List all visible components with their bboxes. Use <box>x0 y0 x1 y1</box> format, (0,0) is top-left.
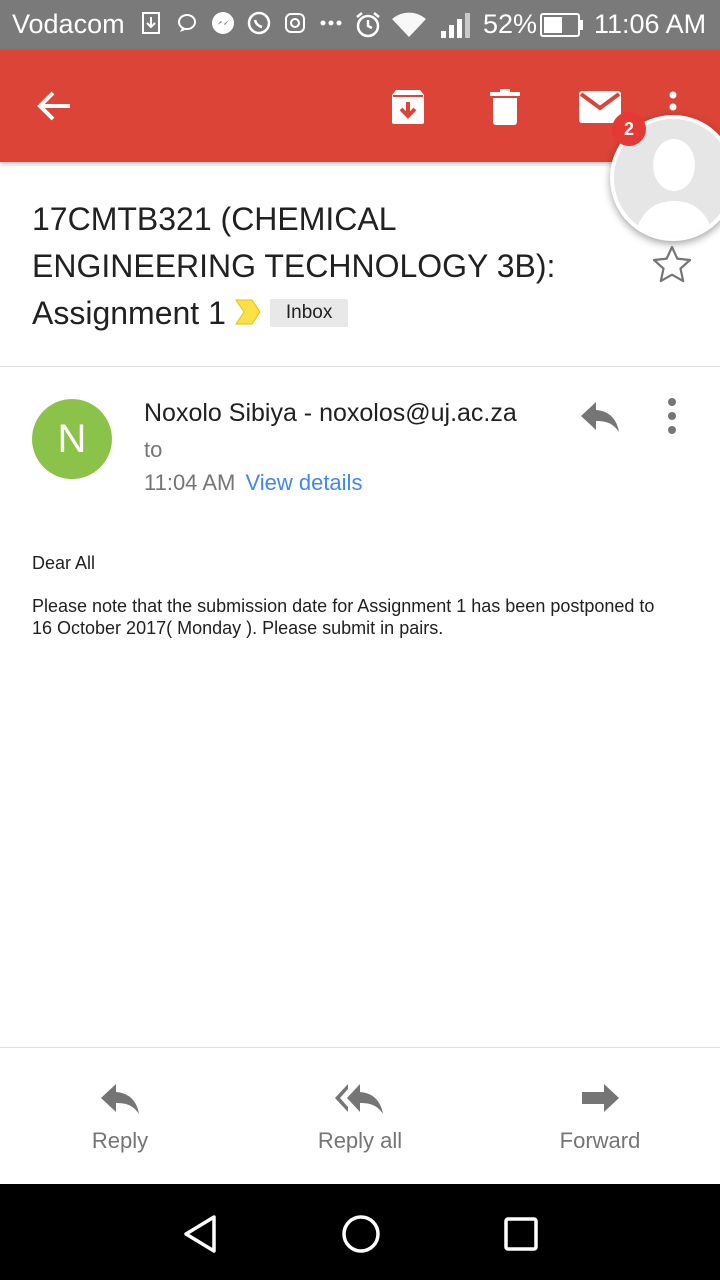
divider <box>0 366 720 367</box>
recipient-line: to <box>144 437 163 462</box>
more-vert-icon <box>668 398 676 434</box>
view-details-link[interactable]: View details <box>245 470 362 495</box>
reply-button[interactable] <box>578 396 622 436</box>
forward-action[interactable]: Forward <box>480 1048 720 1184</box>
navigation-bar <box>0 1184 720 1280</box>
instagram-icon <box>282 10 308 36</box>
important-marker-icon[interactable] <box>234 292 262 339</box>
forward-label: Forward <box>559 1128 641 1153</box>
email-subject-block: 17CMTB321 (CHEMICAL ENGINEERING TECHNOLO… <box>32 196 612 339</box>
notification-icons <box>138 10 344 36</box>
nav-home-button[interactable] <box>339 1212 383 1256</box>
reply-action[interactable]: Reply <box>0 1048 240 1184</box>
triangle-back-icon <box>184 1215 216 1253</box>
star-outline-icon <box>652 245 692 283</box>
star-button[interactable] <box>650 243 694 287</box>
alarm-icon <box>354 11 382 39</box>
reply-all-icon <box>335 1084 383 1114</box>
message-meta: 11:04 AM View details <box>144 470 362 496</box>
message-actions: Reply Reply all Forward <box>0 1048 720 1184</box>
square-recents-icon <box>504 1217 538 1251</box>
back-arrow-icon <box>37 91 70 121</box>
chat-head-badge: 2 <box>612 112 646 146</box>
trash-icon <box>490 89 520 125</box>
battery-icon <box>540 13 584 37</box>
reply-icon <box>101 1084 139 1114</box>
battery-percent: 52% <box>483 9 538 39</box>
circle-home-icon <box>342 1215 380 1253</box>
message-more-button[interactable] <box>660 396 684 436</box>
nav-back-button[interactable] <box>180 1212 224 1256</box>
reply-all-label: Reply all <box>317 1128 403 1153</box>
app-bar <box>0 50 720 162</box>
carrier-name: Vodacom <box>12 9 125 39</box>
signal-icon <box>440 11 472 39</box>
whatsapp-icon <box>246 10 272 36</box>
sender-avatar[interactable]: N <box>32 399 112 479</box>
inbox-label[interactable]: Inbox <box>269 298 349 327</box>
download-notification-icon <box>138 10 164 36</box>
message-time: 11:04 AM <box>144 470 236 495</box>
archive-icon <box>392 90 424 124</box>
email-greeting: Dear All <box>32 553 96 573</box>
back-button[interactable] <box>28 80 80 132</box>
reply-all-action[interactable]: Reply all <box>240 1048 480 1184</box>
forward-icon <box>582 1084 619 1112</box>
delete-button[interactable] <box>480 82 530 132</box>
archive-button[interactable] <box>383 82 433 132</box>
messenger-icon <box>210 10 236 36</box>
wifi-icon <box>390 11 428 39</box>
nav-recents-button[interactable] <box>499 1212 543 1256</box>
chat-bubble-icon <box>174 10 200 36</box>
status-bar: Vodacom 52% 11:06 AM <box>0 0 720 50</box>
email-body: Please note that the submission date for… <box>32 596 655 638</box>
reply-label: Reply <box>91 1128 149 1153</box>
clock: 11:06 AM <box>594 9 707 39</box>
reply-icon <box>581 402 619 432</box>
sender-name: Noxolo Sibiya - noxolos@uj.ac.za <box>144 399 517 427</box>
more-notifications-icon <box>318 10 344 36</box>
